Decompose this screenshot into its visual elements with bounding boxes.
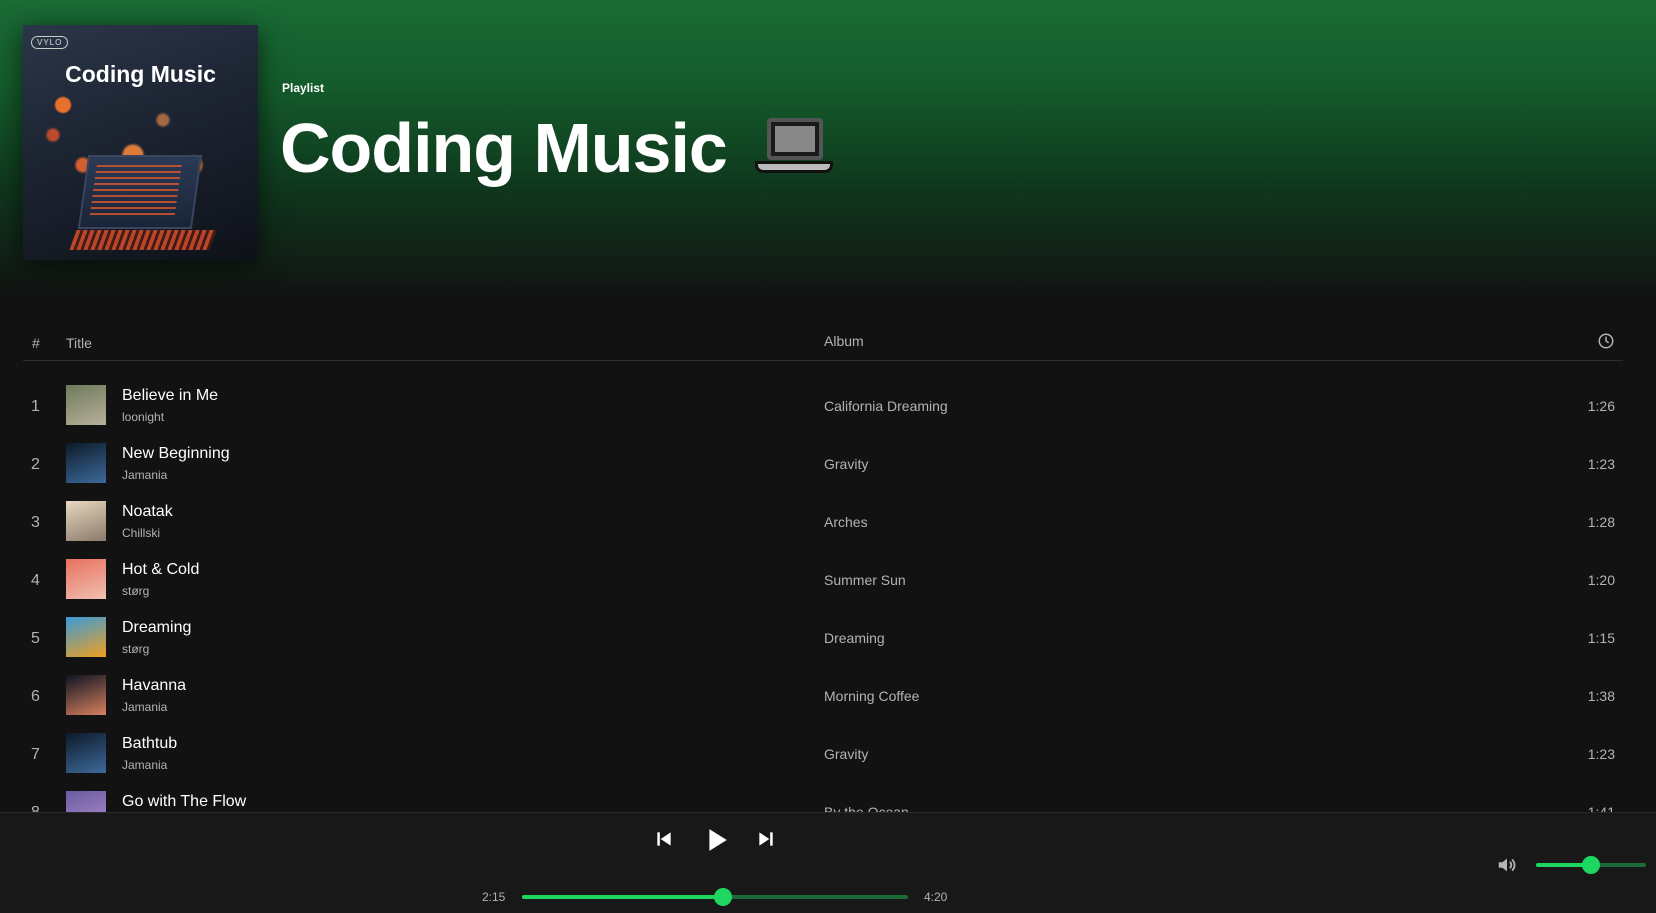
track-artist[interactable]: størg [122,584,149,598]
track-artist[interactable]: loonight [122,410,164,424]
skip-previous-icon[interactable] [654,829,674,849]
track-number: 2 [31,456,40,473]
track-thumbnail [66,617,106,657]
progress-fill [522,895,723,899]
track-number: 4 [31,572,40,589]
laptop-icon [754,118,833,178]
track-duration: 1:41 [1587,804,1615,812]
skip-next-icon[interactable] [756,829,776,849]
track-row[interactable]: 2 New Beginning Jamania Gravity 1:23 [23,438,1623,496]
track-duration: 1:23 [1587,456,1615,472]
track-album[interactable]: Gravity [824,456,868,472]
track-thumbnail [66,675,106,715]
track-artist[interactable]: Chillski [122,526,160,540]
track-number: 7 [31,746,40,763]
progress-handle[interactable] [713,888,732,906]
track-title[interactable]: Noatak [122,503,173,521]
track-number: 8 [31,804,47,812]
page-title: Coding Music [280,108,833,188]
track-album[interactable]: California Dreaming [824,398,948,414]
track-album[interactable]: Summer Sun [824,572,906,588]
track-thumbnail [66,385,106,425]
track-row[interactable]: 5 Dreaming størg Dreaming 1:15 [23,612,1623,670]
volume-slider[interactable] [1536,856,1646,874]
cover-badge: VYLO [31,36,69,49]
track-album[interactable]: Dreaming [824,630,885,646]
track-title[interactable]: New Beginning [122,445,230,463]
column-number: # [32,335,40,351]
track-thumbnail [66,559,106,599]
tracklist-header: # Title Album [23,320,1623,361]
cover-keyboard-illustration [69,230,217,250]
play-icon[interactable] [704,827,730,853]
track-thumbnail [66,443,106,483]
track-thumbnail [66,791,106,812]
progress-bar[interactable] [522,888,908,906]
track-album[interactable]: Gravity [824,746,868,762]
track-duration: 1:15 [1587,630,1615,646]
volume-handle[interactable] [1582,856,1600,874]
track-number: 6 [31,688,40,705]
total-time: 4:20 [924,890,948,904]
track-duration: 1:26 [1587,398,1615,414]
track-artist[interactable]: størg [122,642,149,656]
track-title[interactable]: Believe in Me [122,387,218,405]
cover-laptop-illustration [77,155,203,229]
track-duration: 1:20 [1587,572,1615,588]
track-artist[interactable]: Jamania [122,758,167,772]
track-title[interactable]: Havanna [122,677,186,695]
track-row[interactable]: 7 Bathtub Jamania Gravity 1:23 [23,728,1623,786]
track-album[interactable]: Morning Coffee [824,688,919,704]
track-number: 3 [31,514,40,531]
track-album[interactable]: Arches [824,514,868,530]
track-artist[interactable]: Jamania [122,700,167,714]
volume-icon[interactable] [1496,854,1518,876]
playlist-header: VYLO Coding Music Playlist Coding Music [0,0,1656,300]
playlist-title: Coding Music [280,109,728,187]
playlist-cover-image: VYLO Coding Music [23,25,258,260]
track-title[interactable]: Bathtub [122,735,177,753]
track-album[interactable]: By the Ocean [824,804,909,812]
track-artist[interactable]: Jamania [122,468,167,482]
player-bar: 2:15 4:20 [0,812,1656,913]
tracklist: 1 Believe in Me loonight California Dreamin… [23,380,1623,812]
playlist-type-label: Playlist [282,81,325,95]
track-row[interactable]: 3 Noatak Chillski Arches 1:28 [23,496,1623,554]
column-album: Album [824,333,864,349]
track-thumbnail [66,501,106,541]
track-duration: 1:38 [1587,688,1615,704]
cover-title: Coding Music [65,61,216,87]
track-row[interactable]: 4 Hot & Cold størg Summer Sun 1:20 [23,554,1623,612]
track-thumbnail [66,733,106,773]
track-duration: 1:23 [1587,746,1615,762]
track-title[interactable]: Go with The Flow [122,793,246,811]
clock-icon [1598,333,1614,349]
elapsed-time: 2:15 [482,890,506,904]
track-number: 1 [31,398,40,415]
track-row[interactable]: 8 Go with The Flow By the Ocean 1:41 [23,786,1623,812]
track-title[interactable]: Hot & Cold [122,561,199,579]
track-title[interactable]: Dreaming [122,619,191,637]
column-title: Title [66,335,92,351]
track-row[interactable]: 6 Havanna Jamania Morning Coffee 1:38 [23,670,1623,728]
track-duration: 1:28 [1587,514,1615,530]
track-row[interactable]: 1 Believe in Me loonight California Dreamin… [23,380,1623,438]
track-number: 5 [31,630,40,647]
